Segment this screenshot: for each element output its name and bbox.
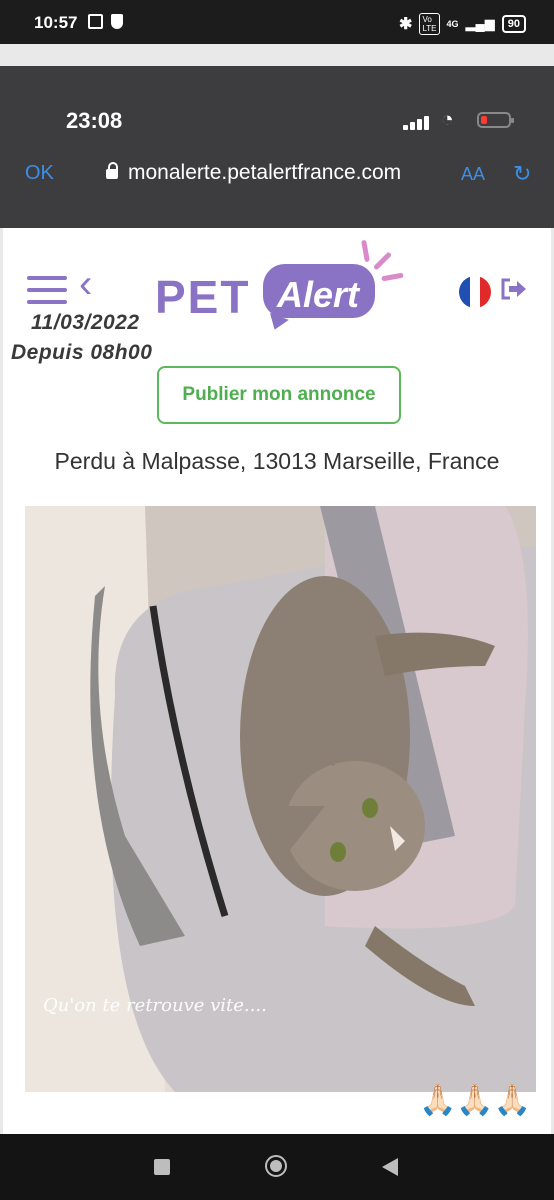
wifi-icon: ◔ [441,108,454,131]
praying-hands-emoji-group: 🙏🏻🙏🏻🙏🏻 [419,1084,532,1117]
low-battery-icon [477,112,514,128]
android-clock: 10:57 [34,13,78,32]
praying-hands-emojis: 🙏🏻🙏🏻🙏🏻 [419,1083,531,1118]
bluetooth-icon: ✱ [399,16,413,33]
android-nav-bar [0,1134,554,1200]
web-page: ‹ PET Alert 11/03/2022 Depuis 08h00 Publ… [3,228,551,1134]
photo-caption: Qu'on te retrouve vite.... [43,995,267,1016]
url-text[interactable]: monalerte.petalertfrance.com [128,161,401,185]
shared-screenshot: 23:08 ◔ OK monalerte.petalertfrance.com … [0,44,554,1165]
logo-alert-rays [358,239,408,284]
qr-code-icon [88,14,103,29]
signal-icon: ▂▄▆ [465,16,495,31]
ok-button[interactable]: OK [25,162,54,185]
publish-listing-button[interactable]: Publier mon annonce [157,366,401,424]
android-status-bar: 10:57 ✱ Vo LTE 4G ▂▄▆ 90 [0,0,554,44]
logo-pet-text: PET [155,271,251,323]
recent-apps-button[interactable] [154,1159,170,1175]
overlay-since: Depuis 08h00 [11,341,153,364]
home-button[interactable] [265,1155,287,1177]
cat-photo: Qu'on te retrouve vite.... [25,506,536,1092]
chevron-up-icon[interactable] [260,1089,290,1109]
text-size-button[interactable]: AA [461,164,485,185]
overlay-date: 11/03/2022 [31,311,140,334]
network-type: 4G [446,19,459,29]
logout-icon[interactable] [500,276,528,302]
address-bar[interactable]: OK monalerte.petalertfrance.com AA ↻ [0,150,554,194]
france-flag-icon[interactable] [459,276,491,308]
ios-clock: 23:08 [66,108,123,133]
lost-location: Perdu à Malpasse, 13013 Marseille, Franc… [54,448,500,474]
back-chevron-icon[interactable]: ‹ [79,264,92,304]
safari-chrome: 23:08 ◔ OK monalerte.petalertfrance.com … [0,66,554,228]
reload-icon[interactable]: ↻ [513,161,531,187]
notification-icons [88,14,123,29]
volte-icon: Vo LTE [419,13,440,35]
petalert-logo[interactable]: PET Alert [153,238,413,330]
lock-icon [106,162,118,179]
logo-alert-text: Alert [277,274,360,315]
hamburger-menu-icon[interactable] [27,274,67,306]
shield-icon [111,14,123,29]
cellular-signal-icon [403,114,433,130]
battery-level: 90 [501,15,526,33]
back-button[interactable] [382,1158,398,1176]
system-icons: ✱ Vo LTE 4G ▂▄▆ 90 [399,13,526,35]
